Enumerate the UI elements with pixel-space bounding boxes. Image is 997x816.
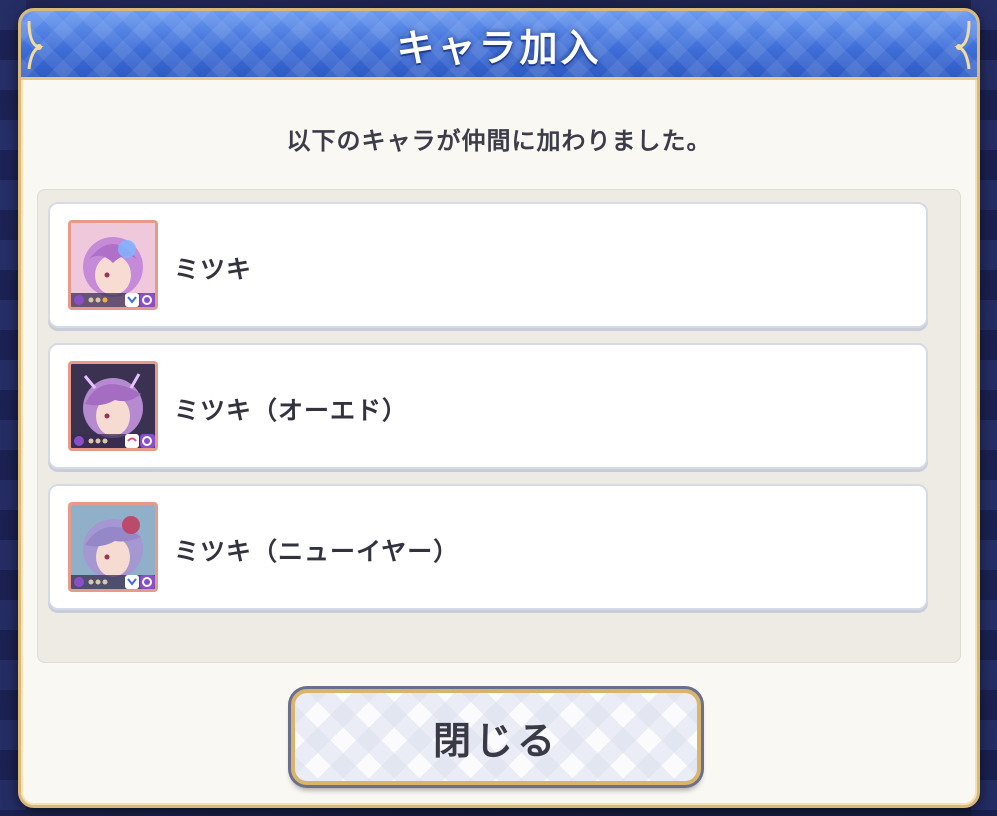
character-name: ミツキ — [174, 255, 253, 284]
list-item: ミツキ（ニューイヤー） — [48, 484, 928, 610]
list-item: ミツキ — [48, 202, 928, 328]
join-message: 以下のキャラが仲間に加わりました。 — [286, 127, 712, 155]
character-join-dialog: キャラ加入 以下のキャラが仲間に加わりました。 ミツキ ミツキ（オーエド） ミツ… — [18, 8, 980, 808]
close-button-label: 閉じる — [432, 718, 559, 763]
list-item: ミツキ（オーエド） — [48, 343, 928, 469]
ornament-right-icon — [954, 20, 971, 70]
character-name: ミツキ（ニューイヤー） — [174, 537, 460, 566]
character-portrait-icon[interactable] — [68, 502, 158, 592]
character-name: ミツキ（オーエド） — [174, 396, 409, 425]
character-portrait-icon[interactable] — [68, 220, 158, 310]
character-list: ミツキ ミツキ（オーエド） ミツキ（ニューイヤー） — [37, 189, 961, 663]
close-button[interactable]: 閉じる — [291, 689, 701, 785]
dialog-title: キャラ加入 — [396, 25, 602, 70]
character-portrait-icon[interactable] — [68, 361, 158, 451]
dialog-header: キャラ加入 — [21, 11, 977, 80]
ornament-left-icon — [27, 20, 44, 70]
